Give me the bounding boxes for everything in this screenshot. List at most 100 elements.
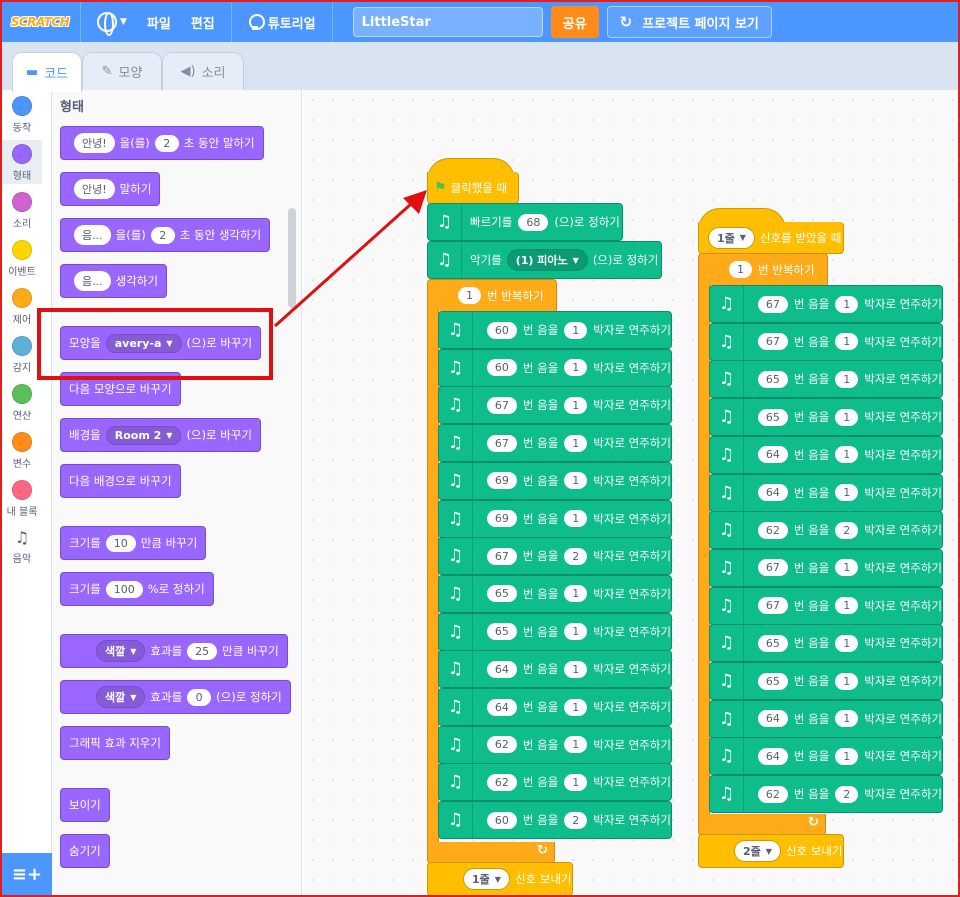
think-text-input[interactable]: 음... <box>74 271 111 291</box>
when-receive-block[interactable]: 1줄 ▼ 신호를 받았을 때 <box>698 222 844 254</box>
beats-input[interactable]: 1 <box>835 597 859 615</box>
beats-input[interactable]: 1 <box>564 321 588 339</box>
beats-input[interactable]: 1 <box>564 585 588 603</box>
tab-code[interactable]: ▬ 코드 <box>12 52 82 92</box>
play-note-block[interactable]: ♫ 65 번 음을 1 박자로 연주하기 <box>709 624 943 663</box>
show-block[interactable]: 보이기 <box>60 788 110 822</box>
note-input[interactable]: 62 <box>757 521 788 539</box>
repeat-count-input[interactable]: 1 <box>729 261 752 278</box>
beats-input[interactable]: 1 <box>835 370 859 388</box>
category-variables[interactable]: 변수 <box>2 432 42 470</box>
switch-backdrop-block[interactable]: 배경을 Room 2 ▼ (으)로 바꾸기 <box>60 418 261 452</box>
seconds-input[interactable]: 2 <box>150 226 175 244</box>
language-menu[interactable]: ▼ <box>87 2 137 42</box>
beats-input[interactable]: 1 <box>564 773 588 791</box>
change-effect-block[interactable]: 색깔 ▼ 효과를 25 만큼 바꾸기 <box>60 634 288 668</box>
note-input[interactable]: 64 <box>486 698 517 716</box>
beats-input[interactable]: 2 <box>835 785 859 803</box>
beats-input[interactable]: 1 <box>564 359 588 377</box>
repeat-block[interactable]: 1 번 반복하기 <box>698 253 828 285</box>
play-note-block[interactable]: ♫ 67 번 음을 1 박자로 연주하기 <box>709 548 943 587</box>
think-text-input[interactable]: 음... <box>74 225 111 245</box>
beats-input[interactable]: 2 <box>835 521 859 539</box>
note-input[interactable]: 64 <box>757 484 788 501</box>
play-note-block[interactable]: ♫ 64 번 음을 1 박자로 연주하기 <box>709 473 943 512</box>
category-sound[interactable]: 소리 <box>2 192 42 230</box>
note-input[interactable]: 65 <box>757 672 788 690</box>
file-menu[interactable]: 파일 <box>137 2 181 42</box>
play-note-block[interactable]: ♫ 67 번 음을 1 박자로 연주하기 <box>709 586 943 625</box>
category-my-blocks[interactable]: 내 블록 <box>2 480 42 518</box>
note-input[interactable]: 67 <box>486 396 517 414</box>
category-looks[interactable]: 형태 <box>2 140 42 184</box>
beats-input[interactable]: 1 <box>564 698 588 716</box>
note-input[interactable]: 67 <box>486 434 517 452</box>
note-input[interactable]: 67 <box>486 547 517 565</box>
see-project-page-button[interactable]: ↻ 프로젝트 페이지 보기 <box>606 6 772 38</box>
play-note-block[interactable]: ♫ 64 번 음을 1 박자로 연주하기 <box>438 650 672 689</box>
tempo-input[interactable]: 68 <box>518 213 549 231</box>
note-input[interactable]: 62 <box>757 785 788 803</box>
play-note-block[interactable]: ♫ 62 번 음을 1 박자로 연주하기 <box>438 763 672 802</box>
note-input[interactable]: 62 <box>486 736 517 754</box>
play-note-block[interactable]: ♫ 65 번 음을 1 박자로 연주하기 <box>438 574 672 613</box>
size-input[interactable]: 100 <box>105 580 143 598</box>
tutorials-menu[interactable]: 튜토리얼 <box>238 2 326 42</box>
note-input[interactable]: 65 <box>757 370 788 388</box>
beats-input[interactable]: 1 <box>835 710 859 728</box>
note-input[interactable]: 60 <box>486 359 517 377</box>
say-for-block[interactable]: 안녕! 을(를) 2 초 동안 말하기 <box>60 126 264 160</box>
note-input[interactable]: 65 <box>757 634 788 652</box>
think-for-block[interactable]: 음... 을(를) 2 초 동안 생각하기 <box>60 218 271 252</box>
play-note-block[interactable]: ♫ 65 번 음을 1 박자로 연주하기 <box>709 398 943 437</box>
play-note-block[interactable]: ♫ 60 번 음을 1 박자로 연주하기 <box>438 311 672 349</box>
play-note-block[interactable]: ♫ 62 번 음을 1 박자로 연주하기 <box>438 725 672 764</box>
note-input[interactable]: 69 <box>486 472 517 490</box>
note-input[interactable]: 64 <box>757 747 788 765</box>
message-dropdown[interactable]: 1줄 ▼ <box>463 868 510 890</box>
beats-input[interactable]: 1 <box>564 623 588 641</box>
note-input[interactable]: 69 <box>486 510 517 527</box>
play-note-block[interactable]: ♫ 60 번 음을 2 박자로 연주하기 <box>438 801 672 840</box>
message-dropdown[interactable]: 2줄 ▼ <box>734 840 781 862</box>
set-effect-block[interactable]: 색깔 ▼ 효과를 0 (으)로 정하기 <box>60 680 291 714</box>
beats-input[interactable]: 1 <box>835 333 859 351</box>
set-size-block[interactable]: 크기를 100 %로 정하기 <box>60 572 214 606</box>
play-note-block[interactable]: ♫ 64 번 음을 1 박자로 연주하기 <box>709 435 943 474</box>
play-note-block[interactable]: ♫ 64 번 음을 1 박자로 연주하기 <box>438 688 672 726</box>
clear-effects-block[interactable]: 그래픽 효과 지우기 <box>60 726 170 760</box>
effect-input[interactable]: 0 <box>187 688 212 706</box>
effect-dropdown[interactable]: 색깔 ▼ <box>96 640 146 662</box>
beats-input[interactable]: 1 <box>564 472 588 490</box>
effect-input[interactable]: 25 <box>187 642 218 660</box>
play-note-block[interactable]: ♫ 69 번 음을 1 박자로 연주하기 <box>438 499 672 538</box>
beats-input[interactable]: 1 <box>564 736 588 754</box>
beats-input[interactable]: 1 <box>835 747 859 765</box>
play-note-block[interactable]: ♫ 65 번 음을 1 박자로 연주하기 <box>709 360 943 399</box>
note-input[interactable]: 65 <box>486 623 517 641</box>
category-motion[interactable]: 동작 <box>2 96 42 134</box>
seconds-input[interactable]: 2 <box>154 134 179 152</box>
note-input[interactable]: 60 <box>486 321 517 339</box>
hide-block[interactable]: 숨기기 <box>60 834 110 868</box>
beats-input[interactable]: 1 <box>564 660 588 678</box>
edit-menu[interactable]: 편집 <box>181 2 225 42</box>
play-note-block[interactable]: ♫ 62 번 음을 2 박자로 연주하기 <box>709 775 943 814</box>
say-block[interactable]: 안녕! 말하기 <box>60 172 161 206</box>
note-input[interactable]: 62 <box>486 773 517 791</box>
play-note-block[interactable]: ♫ 62 번 음을 2 박자로 연주하기 <box>709 511 943 550</box>
effect-dropdown[interactable]: 색깔 ▼ <box>96 686 146 708</box>
share-button[interactable]: 공유 <box>550 6 599 38</box>
message-dropdown[interactable]: 1줄 ▼ <box>708 226 755 249</box>
play-note-block[interactable]: ♫ 64 번 음을 1 박자로 연주하기 <box>709 737 943 776</box>
beats-input[interactable]: 1 <box>835 634 859 652</box>
backdrop-dropdown[interactable]: Room 2 ▼ <box>105 425 182 445</box>
instrument-dropdown[interactable]: (1) 피아노 ▼ <box>506 249 588 271</box>
say-text-input[interactable]: 안녕! <box>74 179 115 199</box>
play-note-block[interactable]: ♫ 64 번 음을 1 박자로 연주하기 <box>709 699 943 738</box>
play-note-block[interactable]: ♫ 65 번 음을 1 박자로 연주하기 <box>709 662 943 700</box>
beats-input[interactable]: 1 <box>564 434 588 452</box>
size-input[interactable]: 10 <box>105 534 136 552</box>
say-text-input[interactable]: 안녕! <box>74 133 115 153</box>
category-events[interactable]: 이벤트 <box>2 240 42 278</box>
